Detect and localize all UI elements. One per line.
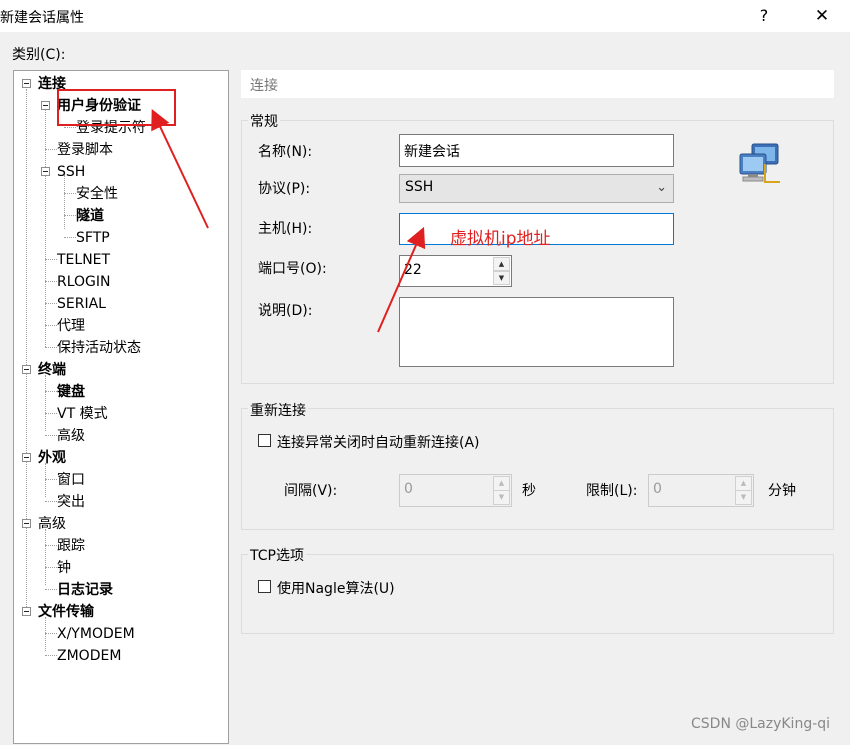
description-field[interactable]	[399, 297, 674, 367]
nagle-checkbox[interactable]	[258, 580, 271, 593]
tree-item-telnet[interactable]: TELNET	[57, 249, 110, 271]
tree-item-terminal[interactable]: 终端	[38, 359, 66, 381]
description-label: 说明(D):	[258, 303, 313, 319]
interval-down-arrow-icon[interactable]: ▼	[493, 490, 510, 505]
network-computers-icon	[739, 143, 780, 183]
limit-label: 限制(L):	[586, 483, 638, 499]
expand-terminal-icon[interactable]	[22, 365, 31, 374]
limit-value: 0	[653, 481, 662, 497]
tree-item-appearance[interactable]: 外观	[38, 447, 66, 469]
expand-connection-icon[interactable]	[22, 79, 31, 88]
tree-item-file-transfer[interactable]: 文件传输	[38, 601, 94, 623]
tree-item-logging[interactable]: 日志记录	[57, 579, 113, 601]
watermark: CSDN @LazyKing-qi	[691, 716, 831, 732]
tree-item-zmodem[interactable]: ZMODEM	[57, 645, 121, 667]
tree-item-advanced[interactable]: 高级	[38, 513, 66, 535]
chevron-down-icon: ⌄	[656, 180, 667, 195]
limit-stepper[interactable]: 0 ▲ ▼	[648, 474, 754, 507]
tree-item-serial[interactable]: SERIAL	[57, 293, 106, 315]
port-label: 端口号(O):	[258, 261, 327, 277]
tree-item-terminal-advanced[interactable]: 高级	[57, 425, 85, 447]
name-label: 名称(N):	[258, 144, 313, 160]
limit-unit: 分钟	[768, 483, 796, 499]
nagle-label[interactable]: 使用Nagle算法(U)	[277, 578, 395, 598]
category-tree[interactable]: 连接 用户身份验证 登录提示符 登录脚本 SSH 安全性 隧道 SFTP TEL…	[13, 70, 229, 744]
category-label: 类别(C):	[12, 47, 66, 63]
tree-item-tunnel[interactable]: 隧道	[76, 205, 104, 227]
tree-item-trace[interactable]: 跟踪	[57, 535, 85, 557]
auto-reconnect-checkbox[interactable]	[258, 434, 271, 447]
reconnect-group	[241, 408, 834, 530]
tree-item-proxy[interactable]: 代理	[57, 315, 85, 337]
reconnect-group-title: 重新连接	[248, 400, 308, 420]
interval-up-arrow-icon[interactable]: ▲	[493, 476, 510, 491]
annotation-host-note: 虚拟机ip地址	[450, 229, 551, 249]
host-label: 主机(H):	[258, 221, 313, 237]
tree-item-window[interactable]: 窗口	[57, 469, 85, 491]
expand-ssh-icon[interactable]	[41, 167, 50, 176]
tree-item-security[interactable]: 安全性	[76, 183, 118, 205]
tree-item-vt-mode[interactable]: VT 模式	[57, 403, 108, 425]
protocol-label: 协议(P):	[258, 181, 311, 197]
tree-item-highlight[interactable]: 突出	[57, 491, 85, 513]
tcp-group-title: TCP选项	[248, 545, 306, 565]
limit-up-arrow-icon[interactable]: ▲	[735, 476, 752, 491]
interval-unit: 秒	[522, 483, 536, 499]
name-field[interactable]: 新建会话	[399, 134, 674, 167]
protocol-select-value: SSH	[405, 179, 434, 195]
title-bar: 新建会话属性 ? ✕	[0, 0, 850, 32]
tree-item-bell[interactable]: 钟	[57, 557, 71, 579]
interval-value: 0	[404, 481, 413, 497]
tree-item-keyboard[interactable]: 键盘	[57, 381, 85, 403]
tree-item-keepalive[interactable]: 保持活动状态	[57, 337, 141, 359]
tree-item-login-script[interactable]: 登录脚本	[57, 139, 113, 161]
window-title: 新建会话属性	[0, 10, 84, 26]
help-button[interactable]: ?	[748, 2, 780, 30]
expand-appearance-icon[interactable]	[22, 453, 31, 462]
tree-item-ssh[interactable]: SSH	[57, 161, 85, 183]
interval-stepper[interactable]: 0 ▲ ▼	[399, 474, 512, 507]
port-value: 22	[404, 262, 422, 278]
expand-advanced-icon[interactable]	[22, 519, 31, 528]
port-stepper[interactable]: 22 ▲ ▼	[399, 255, 512, 287]
section-header-title: 连接	[250, 78, 278, 94]
tree-item-xymodem[interactable]: X/YMODEM	[57, 623, 135, 645]
tree-item-rlogin[interactable]: RLOGIN	[57, 271, 111, 293]
port-up-arrow-icon[interactable]: ▲	[493, 257, 510, 271]
protocol-select[interactable]: SSH ⌄	[399, 174, 674, 203]
general-group-title: 常规	[248, 111, 280, 131]
port-down-arrow-icon[interactable]: ▼	[493, 271, 510, 285]
expand-file-transfer-icon[interactable]	[22, 607, 31, 616]
limit-down-arrow-icon[interactable]: ▼	[735, 490, 752, 505]
tree-item-sftp[interactable]: SFTP	[76, 227, 110, 249]
auto-reconnect-label[interactable]: 连接异常关闭时自动重新连接(A)	[277, 432, 480, 452]
section-header: 连接	[241, 70, 834, 98]
interval-label: 间隔(V):	[284, 483, 338, 499]
annotation-highlight-box	[57, 89, 176, 126]
close-button[interactable]: ✕	[806, 2, 838, 30]
expand-auth-icon[interactable]	[41, 101, 50, 110]
